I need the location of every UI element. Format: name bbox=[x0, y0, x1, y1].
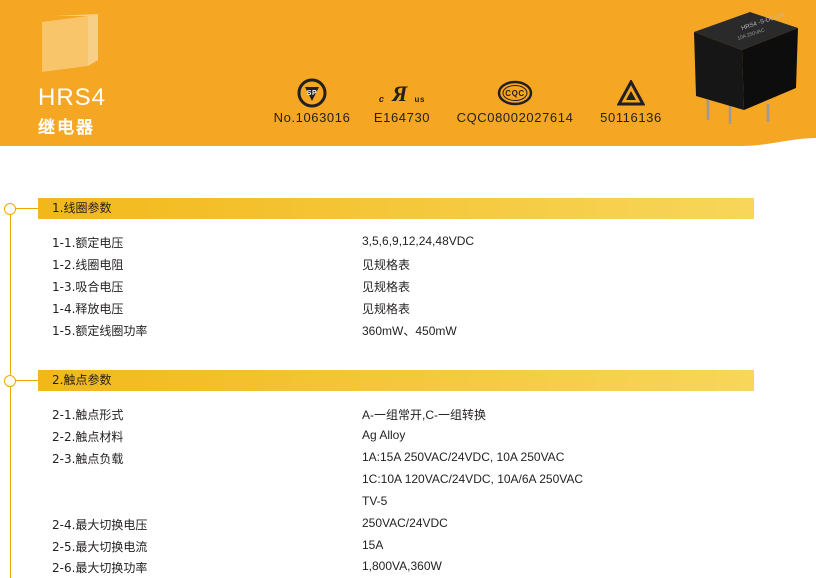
section-header-contact: 2.触点参数 bbox=[38, 370, 754, 391]
param-label: 2-6.最大切换功率 bbox=[52, 561, 148, 575]
param-value: 1,800VA,360W bbox=[362, 559, 442, 573]
param-label: 2-4.最大切换电压 bbox=[52, 518, 148, 532]
param-value: 15A bbox=[362, 538, 384, 552]
csa-icon: SP bbox=[297, 78, 327, 108]
param-label: 2-5.最大切换电流 bbox=[52, 540, 148, 554]
tree-line bbox=[10, 208, 11, 578]
svg-text:Я: Я bbox=[391, 81, 408, 105]
param-label: 1-1.额定电压 bbox=[52, 236, 124, 250]
product-model: HRS4 bbox=[38, 84, 107, 111]
ul-us-label: us bbox=[414, 95, 426, 104]
cert-ul: c Я us E164730 bbox=[370, 78, 434, 125]
csa-number: No.1063016 bbox=[273, 110, 351, 125]
param-label: 2-3.触点负载 bbox=[52, 452, 124, 466]
param-value: 250VAC/24VDC bbox=[362, 516, 448, 530]
param-label: 2-1.触点形式 bbox=[52, 408, 124, 422]
cqc-mark-text: CQC bbox=[505, 88, 525, 98]
param-label: 1-5.额定线圈功率 bbox=[52, 324, 148, 338]
section-connector bbox=[15, 380, 38, 381]
section-node bbox=[4, 203, 16, 215]
param-label: 1-2.线圈电阻 bbox=[52, 258, 124, 272]
product-type: 继电器 bbox=[38, 118, 95, 138]
param-label: 2-2.触点材料 bbox=[52, 430, 124, 444]
section-node bbox=[4, 375, 16, 387]
cqc-number: CQC08002027614 bbox=[456, 110, 574, 125]
cert-tuv: 50116136 bbox=[596, 78, 666, 125]
param-value: 见规格表 bbox=[362, 258, 411, 272]
param-value: 1A:15A 250VAC/24VDC, 10A 250VAC bbox=[362, 450, 565, 464]
param-value: 1C:10A 120VAC/24VDC, 10A/6A 250VAC bbox=[362, 472, 584, 486]
param-value: 见规格表 bbox=[362, 280, 411, 294]
param-value: TV-5 bbox=[362, 494, 388, 508]
param-value: 3,5,6,9,12,24,48VDC bbox=[362, 234, 475, 248]
param-label: 1-4.释放电压 bbox=[52, 302, 124, 316]
param-label: 1-3.吸合电压 bbox=[52, 280, 124, 294]
ul-number: E164730 bbox=[373, 110, 431, 125]
section-header-coil: 1.线圈参数 bbox=[38, 198, 754, 219]
logo-icon bbox=[42, 14, 98, 72]
relay-product-image: HRS4 -S-DC12V 10A 250VAC bbox=[694, 12, 798, 124]
param-value: 见规格表 bbox=[362, 302, 411, 316]
header-banner: HRS4 继电器 SP No.1063016 c Я us E164730 CQ… bbox=[0, 0, 816, 150]
cert-csa: SP No.1063016 bbox=[270, 78, 354, 125]
tuv-icon bbox=[617, 80, 645, 106]
param-value: 360mW、450mW bbox=[362, 324, 457, 338]
cert-cqc: CQC CQC08002027614 bbox=[452, 78, 578, 125]
section-connector bbox=[15, 208, 38, 209]
param-value: A-一组常开,C-一组转换 bbox=[362, 408, 486, 422]
ul-icon: Я bbox=[391, 81, 408, 105]
tuv-number: 50116136 bbox=[600, 110, 662, 125]
svg-text:SP: SP bbox=[307, 90, 318, 97]
param-value: Ag Alloy bbox=[362, 428, 406, 442]
